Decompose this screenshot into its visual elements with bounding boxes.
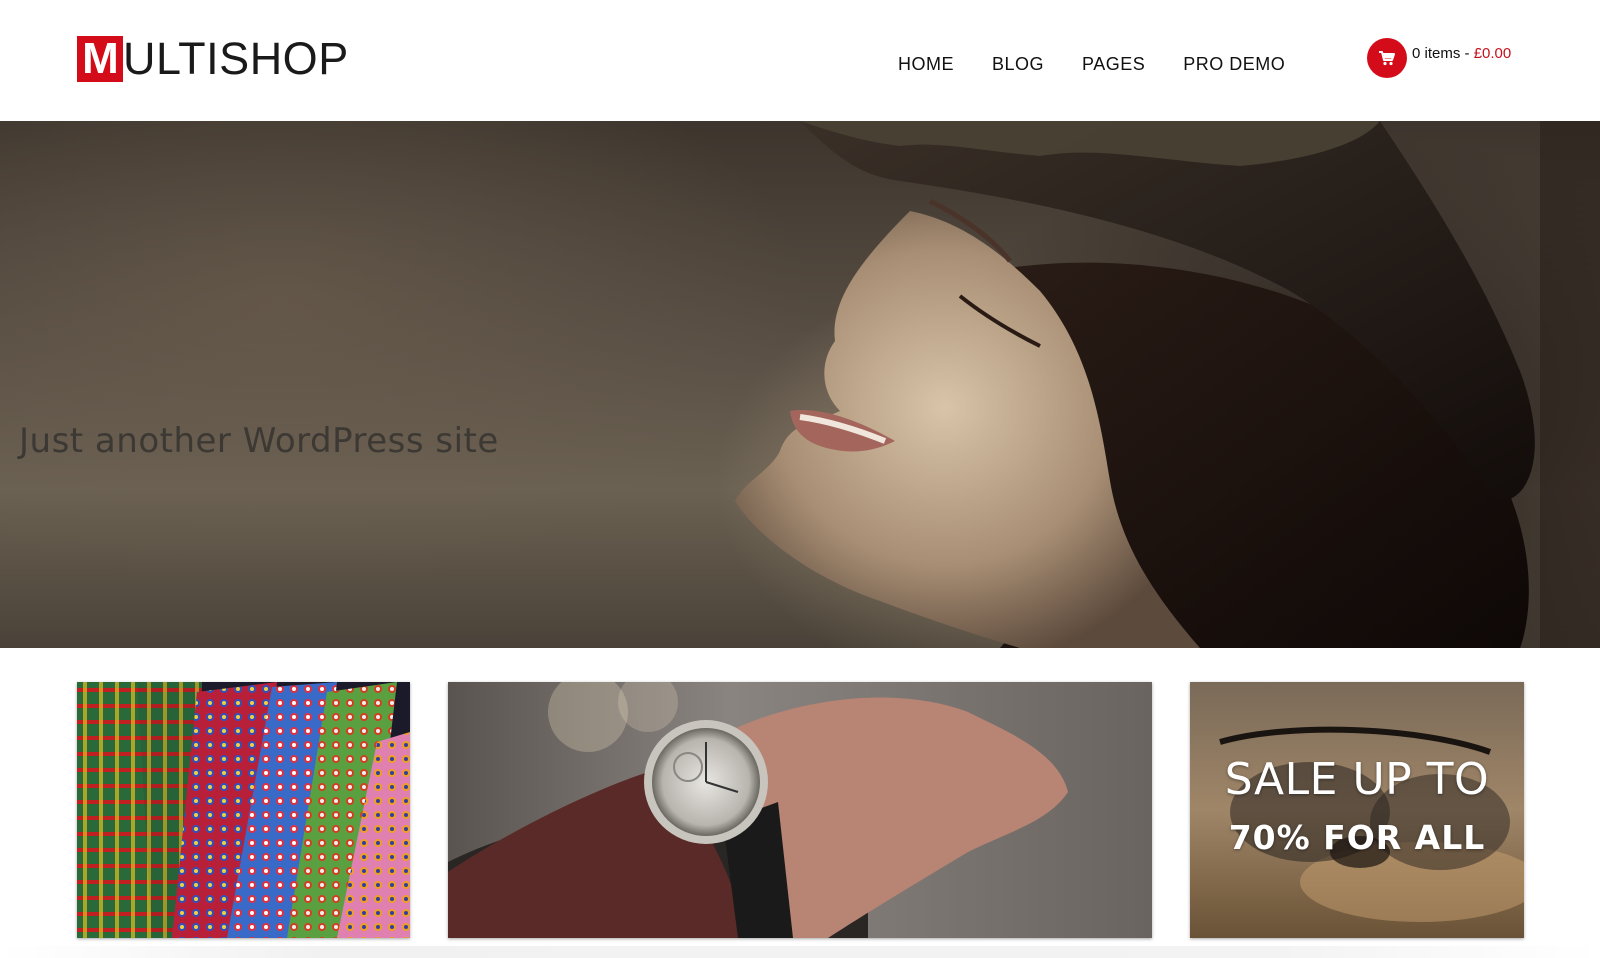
nav-item-blog[interactable]: BLOG bbox=[992, 52, 1044, 76]
cart-widget[interactable]: 0 items - £0.00 bbox=[1367, 38, 1511, 78]
main-nav: HOME BLOG PAGES PRO DEMO bbox=[898, 52, 1323, 76]
promo-sale[interactable]: SALE UP TO 70% FOR ALL bbox=[1190, 682, 1524, 938]
nav-item-pages[interactable]: PAGES bbox=[1082, 52, 1145, 76]
cart-summary[interactable]: 0 items - £0.00 bbox=[1412, 45, 1511, 63]
sale-subheadline: 70% FOR ALL bbox=[1228, 818, 1486, 857]
site-header: M ULTISHOP HOME BLOG PAGES PRO DEMO 0 it… bbox=[0, 0, 1600, 121]
promo-watch[interactable] bbox=[448, 682, 1152, 938]
sale-headline: SALE UP TO bbox=[1224, 754, 1490, 805]
logo-letter: M bbox=[82, 34, 119, 83]
cart-count: 0 items bbox=[1412, 45, 1461, 62]
ties-image bbox=[77, 682, 410, 938]
watch-image bbox=[448, 682, 1152, 938]
sunglasses-image bbox=[1190, 682, 1524, 938]
cart-total: £0.00 bbox=[1473, 45, 1512, 62]
page-bottom-edge bbox=[0, 946, 1600, 958]
logo-mark: M bbox=[77, 36, 123, 82]
cart-separator: - bbox=[1460, 45, 1474, 62]
hero-image bbox=[735, 121, 1600, 648]
cart-icon[interactable] bbox=[1367, 38, 1407, 78]
site-tagline: Just another WordPress site bbox=[19, 421, 499, 461]
site-logo[interactable]: M ULTISHOP bbox=[77, 36, 349, 82]
hero-banner: Just another WordPress site bbox=[0, 121, 1600, 648]
promo-ties[interactable] bbox=[77, 682, 410, 938]
nav-item-pro-demo[interactable]: PRO DEMO bbox=[1183, 52, 1285, 76]
logo-text: ULTISHOP bbox=[123, 33, 349, 84]
nav-item-home[interactable]: HOME bbox=[898, 52, 954, 76]
